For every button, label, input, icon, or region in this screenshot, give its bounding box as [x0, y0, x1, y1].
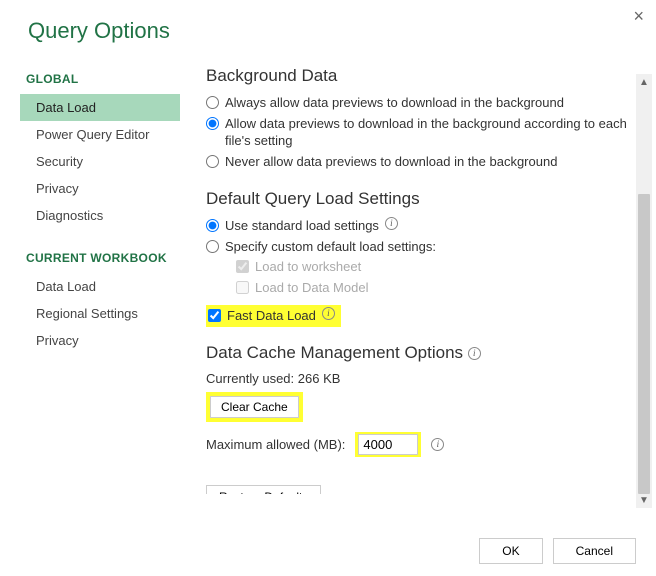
radio-bg-always-input[interactable] — [206, 96, 219, 109]
dialog-title: Query Options — [0, 0, 656, 44]
radio-bg-each[interactable]: Allow data previews to download in the b… — [206, 115, 644, 150]
sidebar: GLOBAL Data Load Power Query Editor Secu… — [20, 64, 180, 494]
input-maximum-allowed[interactable] — [358, 434, 418, 455]
info-icon[interactable]: i — [431, 438, 444, 451]
row-maximum-allowed: Maximum allowed (MB): i — [206, 432, 644, 457]
highlight-max-value — [355, 432, 421, 457]
sidebar-item-label: Privacy — [36, 333, 79, 348]
radio-bg-never-input[interactable] — [206, 155, 219, 168]
sidebar-item-label: Diagnostics — [36, 208, 103, 223]
sidebar-item-power-query-editor[interactable]: Power Query Editor — [20, 121, 180, 148]
scroll-down-icon[interactable]: ▼ — [636, 492, 652, 508]
radio-bg-always[interactable]: Always allow data previews to download i… — [206, 94, 644, 112]
radio-label: Always allow data previews to download i… — [225, 94, 564, 112]
checkbox-label: Fast Data Load — [227, 307, 316, 325]
heading-text: Data Cache Management Options — [206, 343, 463, 362]
sidebar-item-label: Data Load — [36, 279, 96, 294]
radio-label: Never allow data previews to download in… — [225, 153, 557, 171]
radio-label: Use standard load settings — [225, 217, 379, 235]
sidebar-item-diagnostics[interactable]: Diagnostics — [20, 202, 180, 229]
radio-specify-custom-input[interactable] — [206, 240, 219, 253]
radio-bg-never[interactable]: Never allow data previews to download in… — [206, 153, 644, 171]
close-icon[interactable]: × — [633, 6, 644, 27]
radio-label: Specify custom default load settings: — [225, 238, 436, 256]
radio-label: Allow data previews to download in the b… — [225, 115, 644, 150]
checkbox-load-worksheet: Load to worksheet — [236, 258, 644, 276]
sidebar-item-data-load[interactable]: Data Load — [20, 94, 180, 121]
sidebar-section-current-wb: CURRENT WORKBOOK — [26, 251, 180, 265]
dialog-footer: OK Cancel — [479, 538, 636, 564]
clear-cache-button[interactable]: Clear Cache — [210, 396, 299, 418]
info-icon[interactable]: i — [468, 347, 481, 360]
checkbox-fast-data-load[interactable]: Fast Data Load i — [208, 307, 335, 325]
checkbox-fast-data-load-input[interactable] — [208, 309, 221, 322]
radio-specify-custom[interactable]: Specify custom default load settings: — [206, 238, 644, 256]
label-currently-used: Currently used: 266 KB — [206, 371, 644, 386]
info-icon[interactable]: i — [385, 217, 398, 230]
main-panel: Background Data Always allow data previe… — [180, 64, 656, 494]
restore-defaults-button[interactable]: Restore Defaults — [206, 485, 321, 494]
scrollbar-thumb[interactable] — [638, 194, 650, 494]
scrollbar[interactable]: ▲ ▼ — [636, 74, 652, 508]
heading-default-query-load: Default Query Load Settings — [206, 189, 644, 209]
sidebar-item-wb-regional[interactable]: Regional Settings — [20, 300, 180, 327]
sidebar-item-label: Regional Settings — [36, 306, 138, 321]
sidebar-item-label: Power Query Editor — [36, 127, 149, 142]
cancel-button[interactable]: Cancel — [553, 538, 636, 564]
sidebar-item-label: Security — [36, 154, 83, 169]
sidebar-item-wb-data-load[interactable]: Data Load — [20, 273, 180, 300]
checkbox-load-worksheet-input — [236, 260, 249, 273]
radio-use-standard-input[interactable] — [206, 219, 219, 232]
sidebar-item-security[interactable]: Security — [20, 148, 180, 175]
sidebar-item-wb-privacy[interactable]: Privacy — [20, 327, 180, 354]
radio-use-standard[interactable]: Use standard load settings i — [206, 217, 644, 235]
scroll-up-icon[interactable]: ▲ — [636, 74, 652, 90]
heading-data-cache: Data Cache Management Options i — [206, 343, 644, 363]
radio-bg-each-input[interactable] — [206, 117, 219, 130]
heading-background-data: Background Data — [206, 66, 644, 86]
info-icon[interactable]: i — [322, 307, 335, 320]
sidebar-section-global: GLOBAL — [26, 72, 180, 86]
sidebar-item-label: Privacy — [36, 181, 79, 196]
sidebar-item-privacy[interactable]: Privacy — [20, 175, 180, 202]
checkbox-label: Load to worksheet — [255, 258, 361, 276]
highlight-clear-cache: Clear Cache — [206, 392, 303, 422]
checkbox-label: Load to Data Model — [255, 279, 368, 297]
sidebar-item-label: Data Load — [36, 100, 96, 115]
highlight-fast-data-load: Fast Data Load i — [206, 305, 341, 327]
checkbox-load-data-model: Load to Data Model — [236, 279, 644, 297]
label-maximum-allowed: Maximum allowed (MB): — [206, 437, 345, 452]
ok-button[interactable]: OK — [479, 538, 542, 564]
dialog-body: GLOBAL Data Load Power Query Editor Secu… — [0, 64, 656, 494]
checkbox-load-data-model-input — [236, 281, 249, 294]
